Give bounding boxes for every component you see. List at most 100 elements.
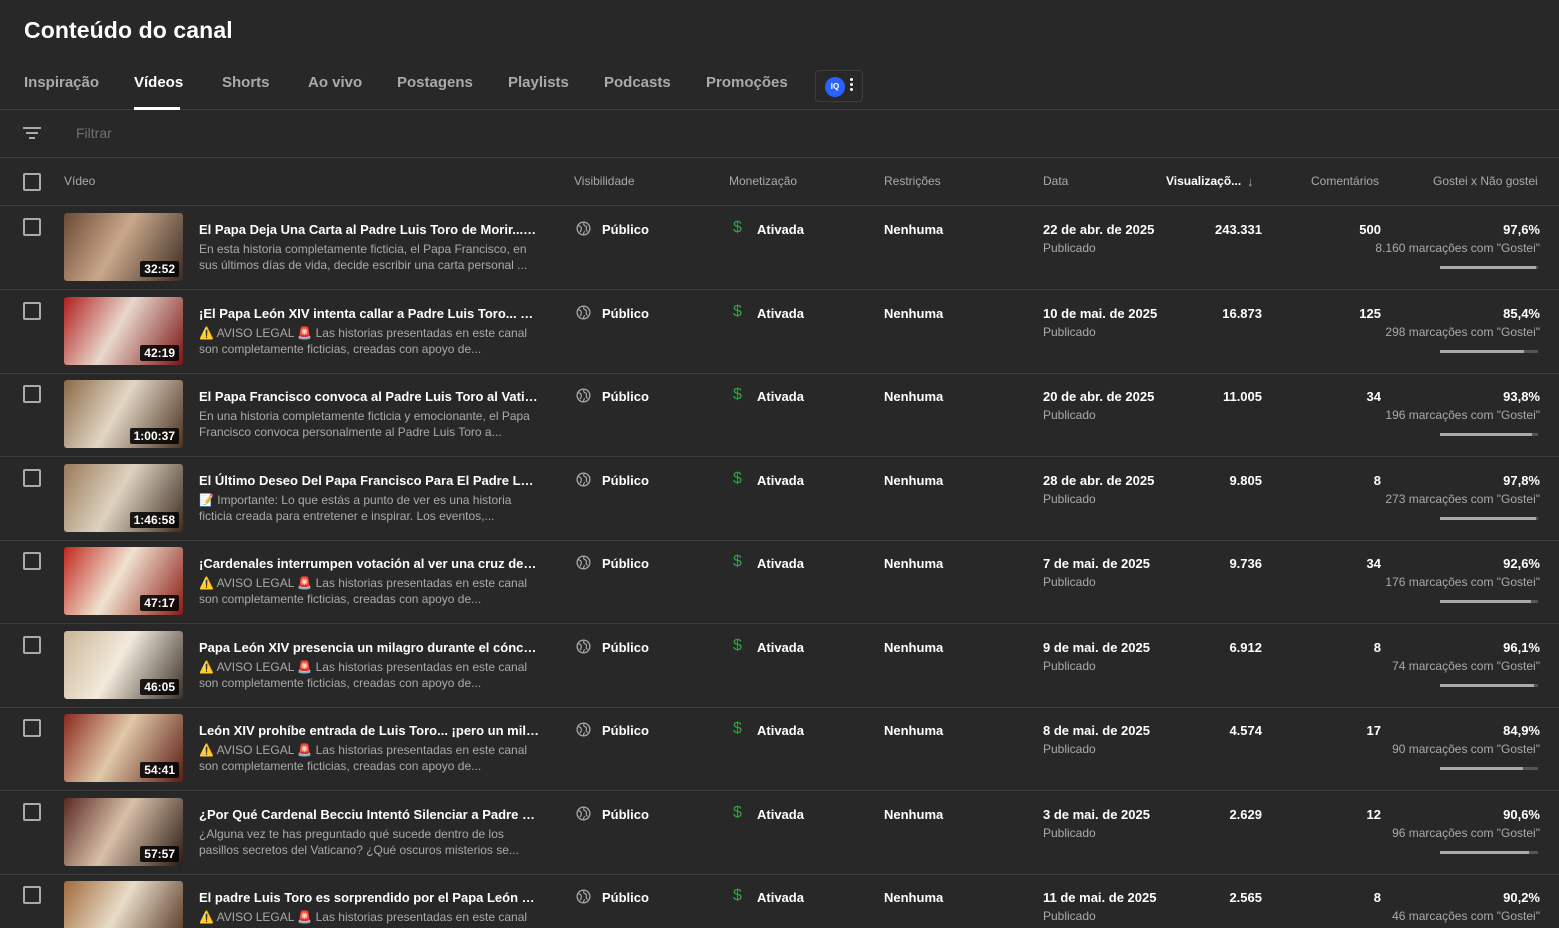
publish-date: 28 de abr. de 2025: [1043, 472, 1155, 488]
tab-promocoes[interactable]: Promoções: [706, 74, 788, 91]
comments-count[interactable]: 12: [1367, 807, 1381, 822]
visibility-value[interactable]: Público: [602, 807, 649, 822]
video-duration: 1:00:37: [129, 428, 179, 444]
table-row[interactable]: 42:19 ¡El Papa León XIV intenta callar a…: [0, 290, 1559, 374]
row-checkbox[interactable]: [23, 802, 41, 821]
more-vert-icon[interactable]: [850, 78, 854, 94]
tab-shorts[interactable]: Shorts: [222, 74, 270, 91]
video-duration: 32:52: [140, 261, 179, 277]
row-checkbox[interactable]: [23, 468, 41, 487]
column-header-restrictions[interactable]: Restrições: [884, 174, 941, 188]
monetization-value[interactable]: Ativada: [757, 556, 804, 571]
column-header-comments[interactable]: Comentários: [1311, 174, 1379, 188]
comments-count[interactable]: 8: [1374, 890, 1381, 905]
row-checkbox[interactable]: [23, 301, 41, 320]
column-header-visibility[interactable]: Visibilidade: [574, 174, 635, 188]
comments-count[interactable]: 8: [1374, 473, 1381, 488]
dollar-icon: $: [733, 720, 742, 737]
monetization-value[interactable]: Ativada: [757, 306, 804, 321]
tab-ao-vivo[interactable]: Ao vivo: [308, 74, 362, 91]
row-checkbox[interactable]: [23, 552, 41, 570]
comments-count[interactable]: 34: [1367, 389, 1381, 404]
video-title[interactable]: El padre Luis Toro es sorprendido por el…: [199, 890, 539, 905]
table-row[interactable]: 57:57 ¿Por Qué Cardenal Becciu Intentó S…: [0, 791, 1559, 875]
tab-podcasts[interactable]: Podcasts: [604, 74, 671, 91]
video-thumbnail[interactable]: 32:52: [64, 213, 183, 281]
like-percentage: 85,4%: [1503, 305, 1540, 321]
comments-count[interactable]: 500: [1359, 222, 1381, 237]
tab-playlists[interactable]: Playlists: [508, 74, 569, 91]
table-row[interactable]: 54:41 León XIV prohíbe entrada de Luis T…: [0, 707, 1559, 791]
sort-down-arrow-icon[interactable]: ↓: [1247, 174, 1254, 189]
like-ratio-bar: [1440, 349, 1538, 353]
visibility-value[interactable]: Público: [602, 556, 649, 571]
visibility-value[interactable]: Público: [602, 890, 649, 905]
table-row[interactable]: 32:52 El Papa Deja Una Carta al Padre Lu…: [0, 206, 1559, 290]
comments-count[interactable]: 125: [1359, 306, 1381, 321]
filter-input[interactable]: Filtrar: [76, 125, 112, 141]
monetization-value[interactable]: Ativada: [757, 807, 804, 822]
visibility-value[interactable]: Público: [602, 389, 649, 404]
monetization-value[interactable]: Ativada: [757, 723, 804, 738]
tab-inspiracao[interactable]: Inspiração: [24, 74, 99, 91]
page-title: Conteúdo do canal: [24, 17, 233, 43]
video-title[interactable]: Papa León XIV presencia un milagro duran…: [199, 640, 539, 655]
row-checkbox[interactable]: [23, 886, 41, 904]
dollar-icon: $: [733, 887, 742, 904]
comments-count[interactable]: 17: [1367, 723, 1381, 738]
likes-count: 96 marcações com "Gostei": [1392, 825, 1540, 840]
like-percentage: 96,1%: [1503, 639, 1540, 655]
row-checkbox[interactable]: [23, 385, 41, 403]
video-thumbnail[interactable]: 46:05: [64, 630, 183, 699]
video-thumbnail[interactable]: 1:00:37: [64, 380, 183, 448]
publish-status: Publicado: [1043, 825, 1096, 840]
video-duration: 54:41: [140, 762, 179, 778]
tab-videos[interactable]: Vídeos: [134, 74, 183, 91]
monetization-value[interactable]: Ativada: [757, 222, 804, 237]
monetization-value[interactable]: Ativada: [757, 389, 804, 404]
column-header-monetization[interactable]: Monetização: [729, 174, 797, 188]
video-title[interactable]: León XIV prohíbe entrada de Luis Toro...…: [199, 723, 539, 738]
video-thumbnail[interactable]: [64, 881, 183, 928]
row-checkbox[interactable]: [23, 719, 41, 737]
restrictions-value: Nenhuma: [884, 806, 944, 822]
filter-icon[interactable]: [23, 127, 41, 141]
column-header-date[interactable]: Data: [1043, 174, 1068, 188]
table-row[interactable]: 47:17 ¡Cardenales interrumpen votación a…: [0, 540, 1559, 624]
extension-button[interactable]: IQ: [815, 70, 863, 102]
video-title[interactable]: ¿Por Qué Cardenal Becciu Intentó Silenci…: [199, 807, 539, 822]
video-thumbnail[interactable]: 42:19: [64, 296, 183, 365]
video-title[interactable]: ¡Cardenales interrumpen votación al ver …: [199, 556, 539, 571]
visibility-value[interactable]: Público: [602, 640, 649, 655]
like-percentage: 90,6%: [1503, 806, 1540, 822]
visibility-value[interactable]: Público: [602, 473, 649, 488]
video-title[interactable]: ¡El Papa León XIV intenta callar a Padre…: [199, 306, 539, 321]
video-title[interactable]: El Papa Francisco convoca al Padre Luis …: [199, 389, 539, 404]
video-thumbnail[interactable]: 47:17: [64, 547, 183, 615]
table-row[interactable]: El padre Luis Toro es sorprendido por el…: [0, 874, 1559, 928]
monetization-value[interactable]: Ativada: [757, 640, 804, 655]
video-title[interactable]: El Papa Deja Una Carta al Padre Luis Tor…: [199, 222, 539, 237]
dollar-icon: $: [733, 386, 742, 403]
visibility-value[interactable]: Público: [602, 306, 649, 321]
select-all-checkbox[interactable]: [23, 173, 41, 191]
video-thumbnail[interactable]: 54:41: [64, 714, 183, 782]
monetization-value[interactable]: Ativada: [757, 473, 804, 488]
table-row[interactable]: 1:00:37 El Papa Francisco convoca al Pad…: [0, 373, 1559, 457]
comments-count[interactable]: 8: [1374, 640, 1381, 655]
tab-postagens[interactable]: Postagens: [397, 74, 473, 91]
row-checkbox[interactable]: [23, 218, 41, 236]
visibility-value[interactable]: Público: [602, 723, 649, 738]
video-thumbnail[interactable]: 57:57: [64, 797, 183, 866]
table-row[interactable]: 46:05 Papa León XIV presencia un milagro…: [0, 624, 1559, 708]
table-row[interactable]: 1:46:58 El Último Deseo Del Papa Francis…: [0, 457, 1559, 541]
visibility-value[interactable]: Público: [602, 222, 649, 237]
tab-bar: Inspiração Vídeos Shorts Ao vivo Postage…: [0, 62, 1559, 110]
monetization-value[interactable]: Ativada: [757, 890, 804, 905]
video-thumbnail[interactable]: 1:46:58: [64, 463, 183, 532]
comments-count[interactable]: 34: [1367, 556, 1381, 571]
row-checkbox[interactable]: [23, 635, 41, 654]
column-header-views[interactable]: Visualizaçõ...: [1166, 174, 1241, 188]
column-header-likes[interactable]: Gostei x Não gostei: [1433, 174, 1538, 188]
video-title[interactable]: El Último Deseo Del Papa Francisco Para …: [199, 473, 539, 488]
